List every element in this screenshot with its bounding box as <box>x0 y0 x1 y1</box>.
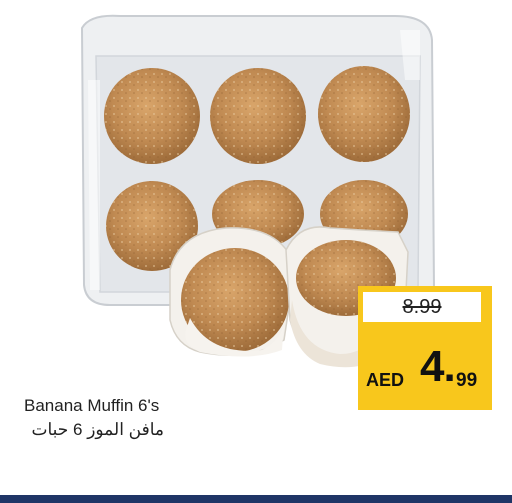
price-tag: 8.99 AED 4. 99 <box>358 286 492 410</box>
new-price-cents: 99 <box>456 370 478 391</box>
currency-label: AED <box>366 370 405 390</box>
product-name-english: Banana Muffin 6's <box>24 396 160 415</box>
old-price: 8.99 <box>363 292 481 322</box>
bottom-bar <box>0 495 512 503</box>
product-name-arabic: مافن الموز 6 حبات <box>31 420 164 439</box>
new-price-whole: 4. <box>420 342 456 391</box>
